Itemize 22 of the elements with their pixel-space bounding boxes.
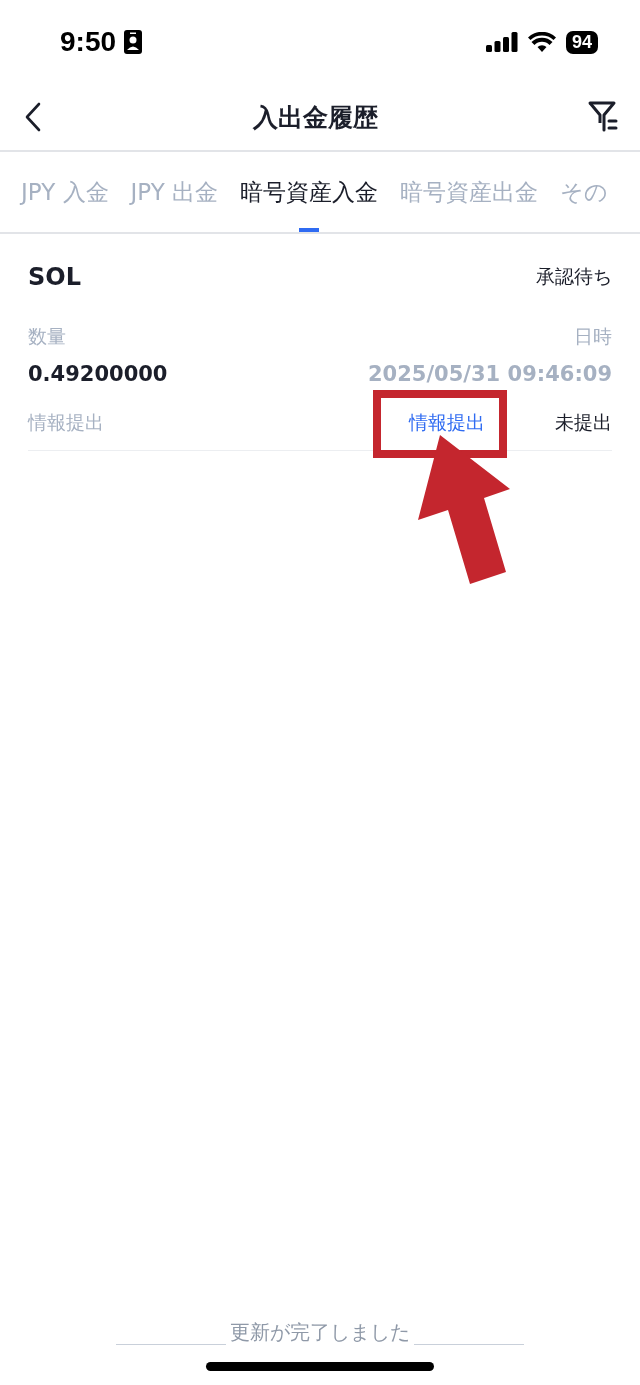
submission-status: 未提出 — [555, 410, 612, 435]
amount-value: 0.49200000 — [28, 362, 168, 386]
tab[interactable]: JPY 入金 — [21, 152, 109, 232]
info-label: 情報提出 — [28, 410, 105, 435]
page-title: 入出金履歴 — [252, 101, 378, 134]
tab[interactable]: 暗号資産入金 — [240, 152, 379, 232]
status-text: 承認待ち — [536, 264, 612, 289]
info-submit-link[interactable]: 情報提出 — [409, 410, 485, 436]
date-label: 日時 — [574, 324, 612, 349]
signal-icon — [485, 32, 518, 52]
amount-label: 数量 — [28, 324, 66, 349]
tab[interactable]: その — [560, 152, 609, 232]
tab[interactable]: JPY 出金 — [130, 152, 219, 232]
id-card-icon — [124, 30, 143, 54]
clock: 9:50 — [60, 26, 117, 58]
back-icon[interactable] — [24, 102, 42, 132]
filter-icon[interactable] — [588, 101, 618, 133]
wifi-icon — [527, 32, 556, 52]
tab[interactable]: 暗号資産出金 — [400, 152, 539, 232]
asset-name: SOL — [28, 263, 81, 291]
date-value: 2025/05/31 09:46:09 — [368, 362, 612, 386]
battery-indicator: 94 — [565, 30, 598, 54]
